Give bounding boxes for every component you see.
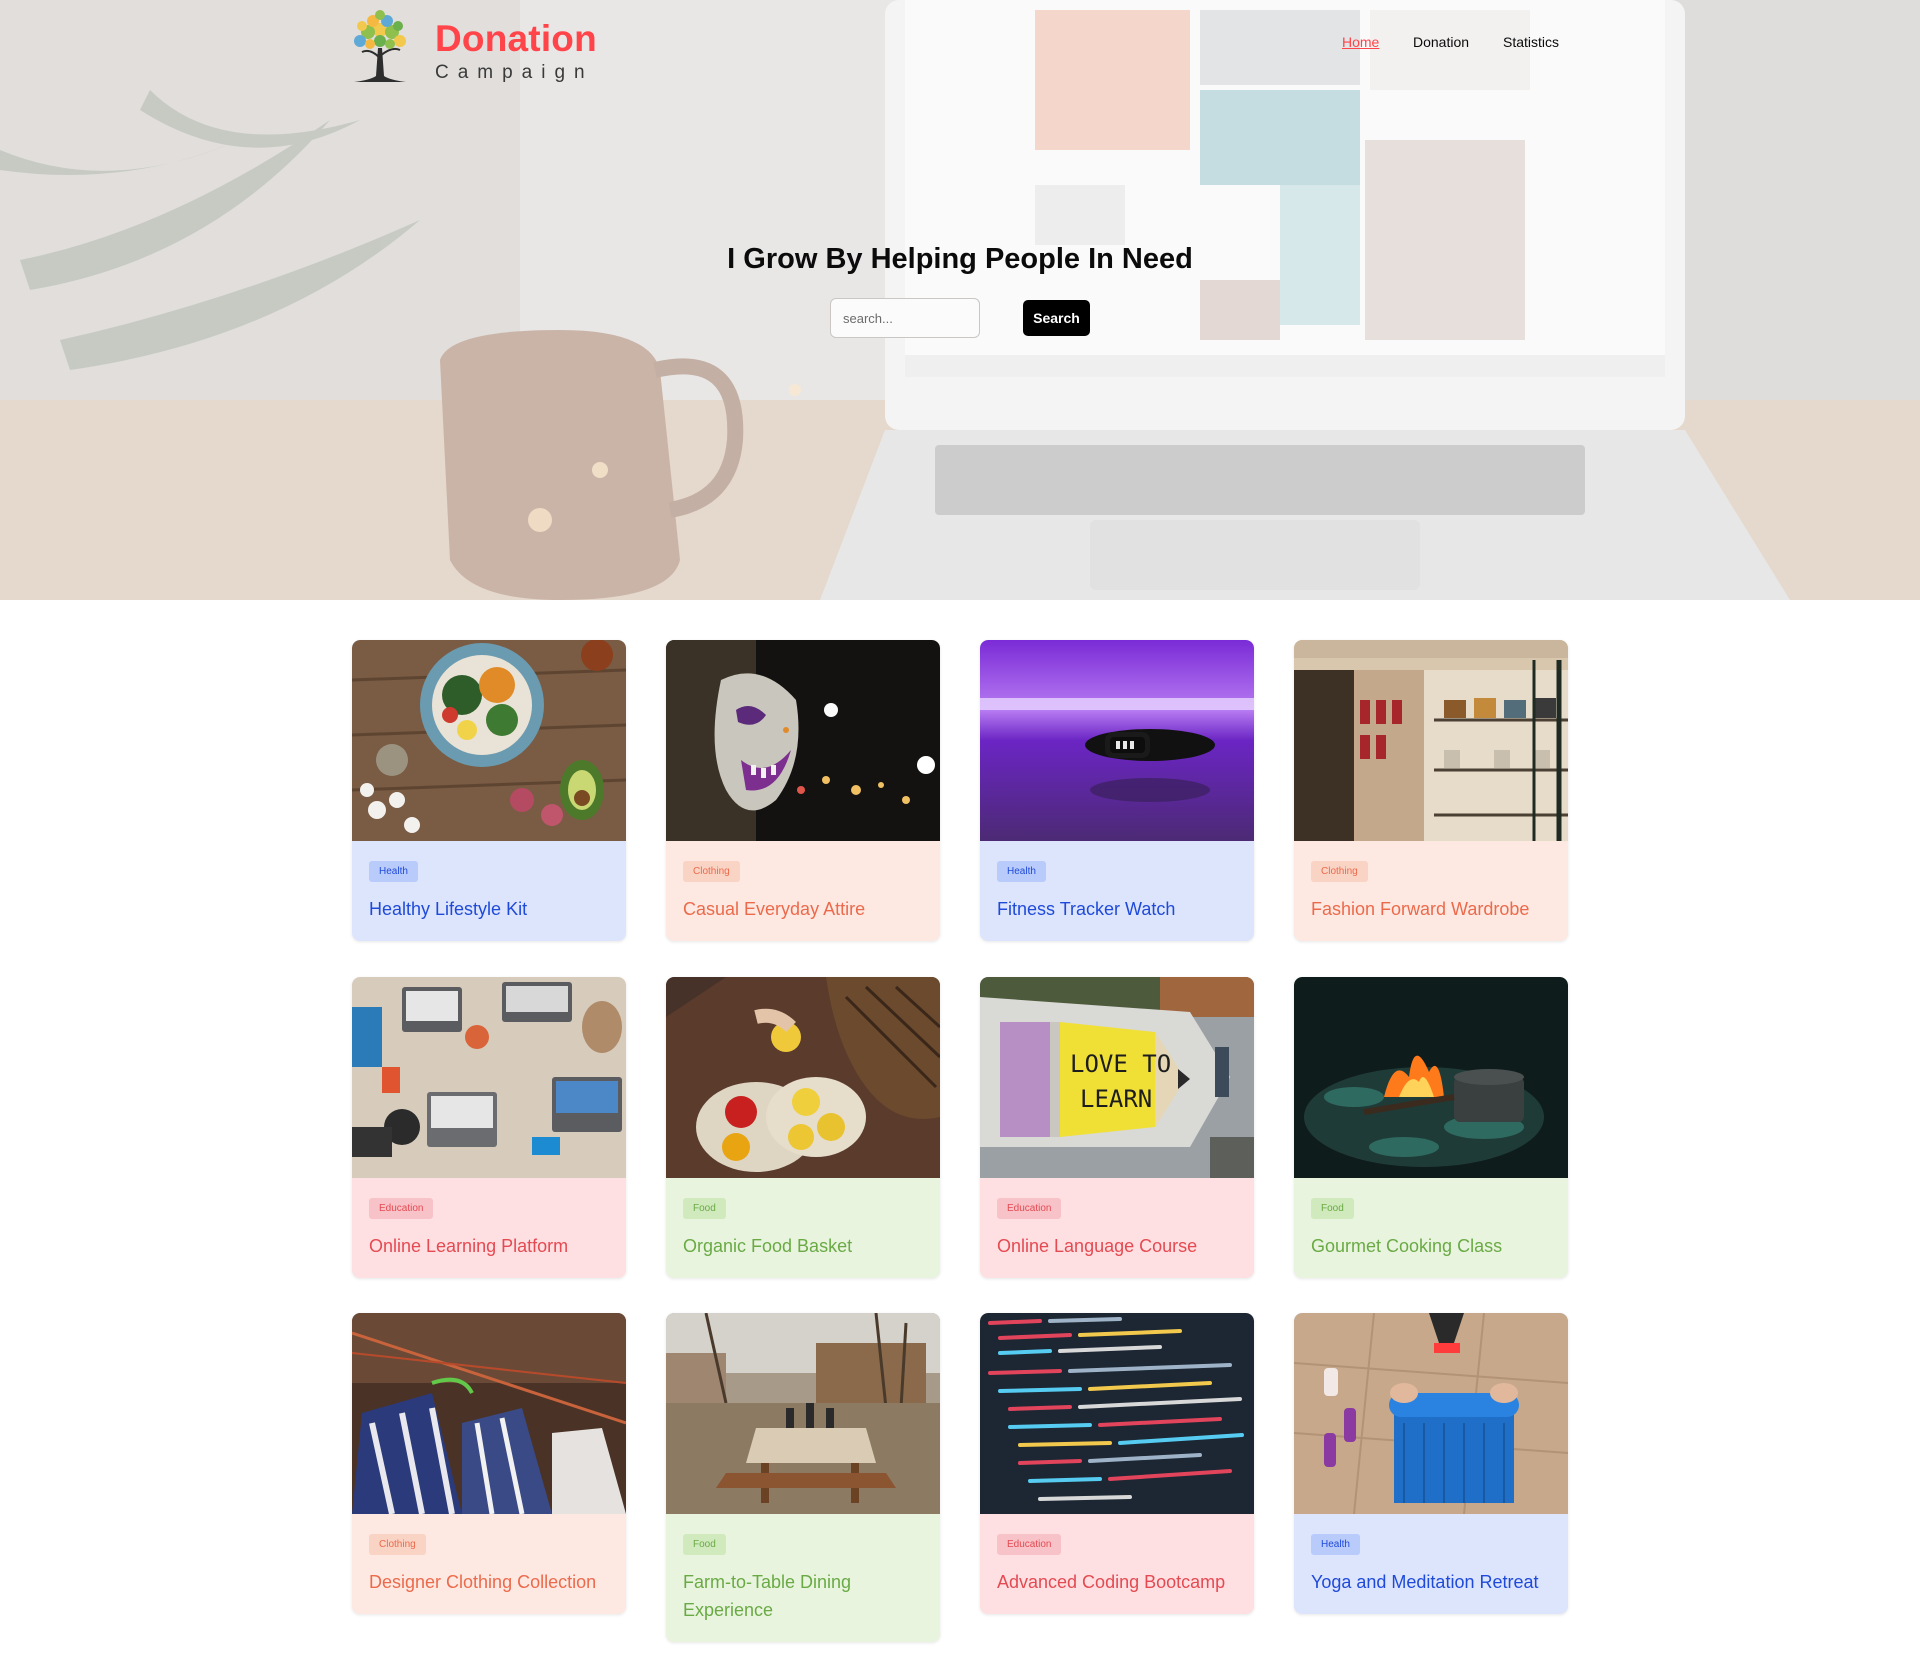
campfire-pot-image [1294, 977, 1568, 1178]
outdoor-table-image [666, 1313, 940, 1514]
donation-card-designer-clothing-collection[interactable]: Clothing Designer Clothing Collection [352, 1313, 626, 1614]
donation-card-organic-food-basket[interactable]: Food Organic Food Basket [666, 977, 940, 1278]
donation-card-yoga-and-meditation-retreat[interactable]: Health Yoga and Meditation Retreat [1294, 1313, 1568, 1614]
card-title: Organic Food Basket [683, 1236, 853, 1256]
card-title: Designer Clothing Collection [369, 1572, 597, 1592]
card-title: Farm-to-Table Dining Experience [683, 1572, 852, 1620]
laptops-on-table-image [352, 977, 626, 1178]
salad-bowl-image [352, 640, 626, 841]
svg-text:LOVE TO: LOVE TO [1070, 1050, 1171, 1078]
donation-card-healthy-lifestyle-kit[interactable]: Health Healthy Lifestyle Kit [352, 640, 626, 941]
donation-card-casual-everyday-attire[interactable]: Clothing Casual Everyday Attire [666, 640, 940, 941]
category-badge: Health [1311, 1534, 1360, 1555]
donation-card-online-learning-platform[interactable]: Education Online Learning Platform [352, 977, 626, 1278]
brand-subtitle: Campaign [435, 62, 594, 83]
donation-card-farm-to-table-dining-experience[interactable]: Food Farm-to-Table Dining Experience [666, 1313, 940, 1642]
card-title: Fitness Tracker Watch [997, 899, 1176, 919]
code-screen-image [980, 1313, 1254, 1514]
card-title: Yoga and Meditation Retreat [1311, 1572, 1539, 1592]
donation-card-gourmet-cooking-class[interactable]: Food Gourmet Cooking Class [1294, 977, 1568, 1278]
category-badge: Clothing [1311, 861, 1368, 882]
category-badge: Food [683, 1534, 726, 1555]
category-badge: Health [369, 861, 418, 882]
card-title: Fashion Forward Wardrobe [1311, 899, 1530, 919]
search-button[interactable]: Search [1023, 300, 1090, 336]
category-badge: Clothing [369, 1534, 426, 1555]
donation-card-advanced-coding-bootcamp[interactable]: Education Advanced Coding Bootcamp [980, 1313, 1254, 1614]
category-badge: Health [997, 861, 1046, 882]
nav-link-donation[interactable]: Donation [1413, 34, 1469, 50]
donation-card-fitness-tracker-watch[interactable]: Health Fitness Tracker Watch [980, 640, 1254, 941]
yoga-mat-image [1294, 1313, 1568, 1514]
svg-text:LEARN: LEARN [1080, 1085, 1152, 1113]
card-title: Online Language Course [997, 1236, 1198, 1256]
boutique-shelves-image [1294, 640, 1568, 841]
card-title: Casual Everyday Attire [683, 899, 866, 919]
category-badge: Food [1311, 1198, 1354, 1219]
clown-mask-image [666, 640, 940, 841]
brand-logo[interactable]: Donation Campaign [340, 8, 600, 84]
tree-logo-icon [354, 10, 406, 82]
nav-link-home[interactable]: Home [1342, 34, 1379, 50]
card-title: Advanced Coding Bootcamp [997, 1572, 1226, 1592]
brand-title: Donation [435, 18, 597, 59]
category-badge: Clothing [683, 861, 740, 882]
card-title: Online Learning Platform [369, 1236, 569, 1256]
clothes-on-line-image [352, 1313, 626, 1514]
category-badge: Education [369, 1198, 434, 1219]
hero-banner: Donation Campaign Home Donation Statisti… [0, 0, 1920, 600]
category-badge: Education [997, 1534, 1062, 1555]
love-to-learn-sign-image: LOVE TO LEARN [980, 977, 1254, 1178]
search-input[interactable] [830, 298, 980, 338]
fitness-band-image [980, 640, 1254, 841]
hero-title: I Grow By Helping People In Need [727, 243, 1193, 275]
category-badge: Food [683, 1198, 726, 1219]
category-badge: Education [997, 1198, 1062, 1219]
produce-bags-image [666, 977, 940, 1178]
nav-link-statistics[interactable]: Statistics [1503, 34, 1559, 50]
search-form: Search [830, 298, 1090, 338]
donation-card-fashion-forward-wardrobe[interactable]: Clothing Fashion Forward Wardrobe [1294, 640, 1568, 941]
card-title: Healthy Lifestyle Kit [369, 899, 528, 919]
donation-card-online-language-course[interactable]: LOVE TO LEARN Education Online Language … [980, 977, 1254, 1278]
card-title: Gourmet Cooking Class [1311, 1236, 1503, 1256]
